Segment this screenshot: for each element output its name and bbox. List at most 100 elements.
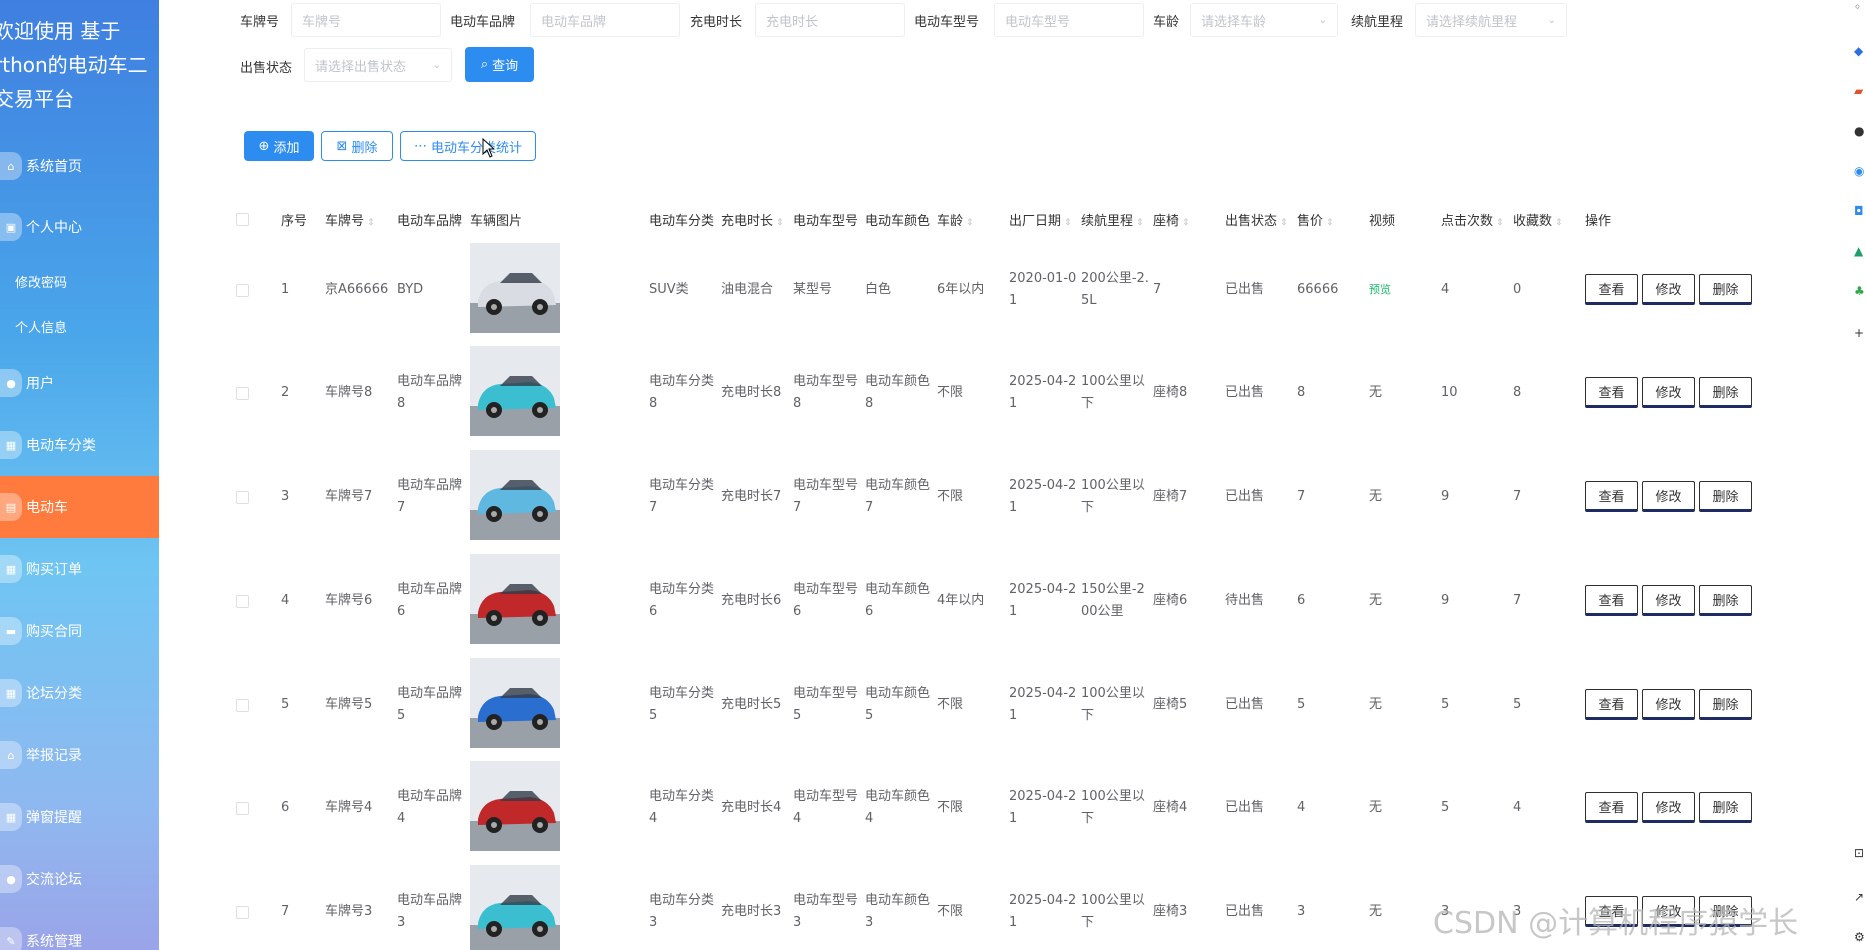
sidebar-item-system[interactable]: ✎ 系统管理 [0, 910, 159, 950]
header-label: 收藏数 [1513, 214, 1553, 229]
category-stats-button[interactable]: ⋯ 电动车分类统计 [400, 131, 536, 161]
status-select[interactable]: 请选择出售状态 ⌄ [304, 48, 452, 82]
sidebar-item-orders[interactable]: ▦ 购买订单 [0, 538, 159, 600]
cell-date: 2025-04-21 [1009, 893, 1077, 930]
cell-range: 100公里以下 [1081, 789, 1145, 826]
edit-button[interactable]: 修改 [1642, 585, 1695, 616]
cell-charge: 充电时长5 [721, 697, 782, 712]
header-date[interactable]: 出厂日期 ⇕ [1009, 210, 1072, 229]
cell-video[interactable]: 预览 [1369, 279, 1439, 301]
sort-icon: ⇕ [1555, 218, 1563, 228]
row-checkbox[interactable] [236, 284, 249, 297]
sidebar-item-forum[interactable]: ● 交流论坛 [0, 848, 159, 910]
row-checkbox[interactable] [236, 491, 249, 504]
edit-button[interactable]: 修改 [1642, 792, 1695, 823]
plus-icon[interactable]: + [1854, 326, 1866, 340]
header-favs[interactable]: 收藏数 ⇕ [1513, 210, 1563, 229]
sidebar-item-reports[interactable]: ⌂ 举报记录 [0, 724, 159, 786]
vehicle-image[interactable] [470, 658, 560, 748]
bookmark-icon[interactable]: ▲ [1854, 244, 1866, 258]
search-icon[interactable]: ◦ [1854, 0, 1866, 14]
sidebar-item-home[interactable]: ⌂ 系统首页 [0, 135, 159, 197]
row-checkbox[interactable] [236, 906, 249, 919]
delete-button[interactable]: ⊠ 删除 [321, 131, 393, 161]
delete-button[interactable]: 删除 [1699, 377, 1752, 408]
row-checkbox[interactable] [236, 802, 249, 815]
sidebar-item-contracts[interactable]: ▬ 购买合同 [0, 600, 159, 662]
vehicle-image[interactable] [470, 243, 560, 333]
cell-category: 电动车分类3 [649, 893, 715, 930]
vehicle-image[interactable] [470, 554, 560, 644]
header-price[interactable]: 售价 ⇕ [1297, 210, 1334, 229]
model-input[interactable]: 电动车型号 [994, 3, 1144, 37]
row-checkbox[interactable] [236, 595, 249, 608]
header-status[interactable]: 出售状态 ⇕ [1225, 210, 1288, 229]
sidebar-item-ev[interactable]: ▤ 电动车 [0, 476, 159, 538]
sidebar-item-forum-category[interactable]: ▦ 论坛分类 [0, 662, 159, 724]
sidebar-item-label: 电动车 [26, 500, 68, 516]
header-label: 出售状态 [1225, 214, 1278, 229]
sidebar-item-ev-category[interactable]: ▦ 电动车分类 [0, 414, 159, 476]
cell-model: 电动车型号5 [793, 686, 859, 723]
delete-button[interactable]: 删除 [1699, 481, 1752, 512]
edit-button[interactable]: 修改 [1642, 377, 1695, 408]
search-button[interactable]: ⌕ 查询 [465, 47, 534, 82]
sidebar-item-popups[interactable]: ▦ 弹窗提醒 [0, 786, 159, 848]
row-checkbox[interactable] [236, 699, 249, 712]
view-button[interactable]: 查看 [1585, 792, 1638, 823]
header-seat[interactable]: 座椅 ⇕ [1153, 210, 1190, 229]
edit-button[interactable]: 修改 [1642, 481, 1695, 512]
row-checkbox[interactable] [236, 387, 249, 400]
view-button[interactable]: 查看 [1585, 274, 1638, 305]
vehicle-image[interactable] [470, 865, 560, 950]
delete-button[interactable]: 删除 [1699, 689, 1752, 720]
share-icon[interactable]: ↗ [1854, 890, 1866, 904]
cell-age: 4年以内 [937, 593, 985, 608]
tree-icon[interactable]: ♣ [1854, 284, 1866, 298]
sidebar-item-users[interactable]: ● 用户 [0, 352, 159, 414]
edit-button[interactable]: 修改 [1642, 689, 1695, 720]
edit-button[interactable]: 修改 [1642, 274, 1695, 305]
view-button[interactable]: 查看 [1585, 689, 1638, 720]
sidebar-subitem-personal-info[interactable]: 个人信息 [15, 317, 67, 336]
header-range[interactable]: 续航里程 ⇕ [1081, 210, 1144, 229]
header-clicks[interactable]: 点击次数 ⇕ [1441, 210, 1504, 229]
sidebar-item-profile[interactable]: ▣ 个人中心 [0, 196, 159, 258]
header-video: 视频 [1369, 214, 1396, 229]
plate-input[interactable]: 车牌号 [291, 3, 441, 37]
gear-icon[interactable]: ⚙ [1854, 930, 1866, 944]
view-button[interactable]: 查看 [1585, 585, 1638, 616]
select-all-checkbox[interactable] [236, 213, 249, 226]
header-age[interactable]: 车龄 ⇕ [937, 210, 974, 229]
cell-price: 6 [1297, 593, 1306, 608]
outlook-icon[interactable]: ◘ [1854, 204, 1866, 218]
header-charge[interactable]: 充电时长 ⇕ [721, 210, 784, 229]
cell-favs: 8 [1513, 385, 1522, 400]
cell-video: 无 [1369, 593, 1383, 608]
view-button[interactable]: 查看 [1585, 377, 1638, 408]
sort-icon: ⇕ [1326, 218, 1334, 228]
charge-input[interactable]: 充电时长 [755, 3, 905, 37]
delete-button[interactable]: 删除 [1699, 274, 1752, 305]
person-icon[interactable]: ● [1854, 124, 1866, 138]
brand-input[interactable]: 电动车品牌 [530, 3, 680, 37]
add-button[interactable]: ⊕ 添加 [244, 131, 314, 161]
vehicle-image[interactable] [470, 450, 560, 540]
cell-model: 电动车型号4 [793, 789, 859, 826]
delete-button[interactable]: 删除 [1699, 792, 1752, 823]
briefcase-icon[interactable]: ▰ [1854, 84, 1866, 98]
cell-brand: 电动车品牌5 [397, 686, 463, 723]
sidebar-subitem-change-password[interactable]: 修改密码 [15, 272, 67, 291]
capture-icon[interactable]: ⊡ [1854, 846, 1866, 860]
vehicle-image[interactable] [470, 761, 560, 851]
delete-button[interactable]: 删除 [1699, 585, 1752, 616]
cell-no: 5 [281, 697, 290, 712]
age-select[interactable]: 请选择车龄 ⌄ [1190, 3, 1338, 37]
range-select[interactable]: 请选择续航里程 ⌄ [1415, 3, 1567, 37]
header-plate[interactable]: 车牌号 ⇕ [325, 210, 375, 229]
sort-icon: ⇕ [1280, 218, 1288, 228]
diamond-icon[interactable]: ◆ [1854, 44, 1866, 58]
vehicle-image[interactable] [470, 346, 560, 436]
view-button[interactable]: 查看 [1585, 481, 1638, 512]
circle-icon[interactable]: ◉ [1854, 164, 1866, 178]
